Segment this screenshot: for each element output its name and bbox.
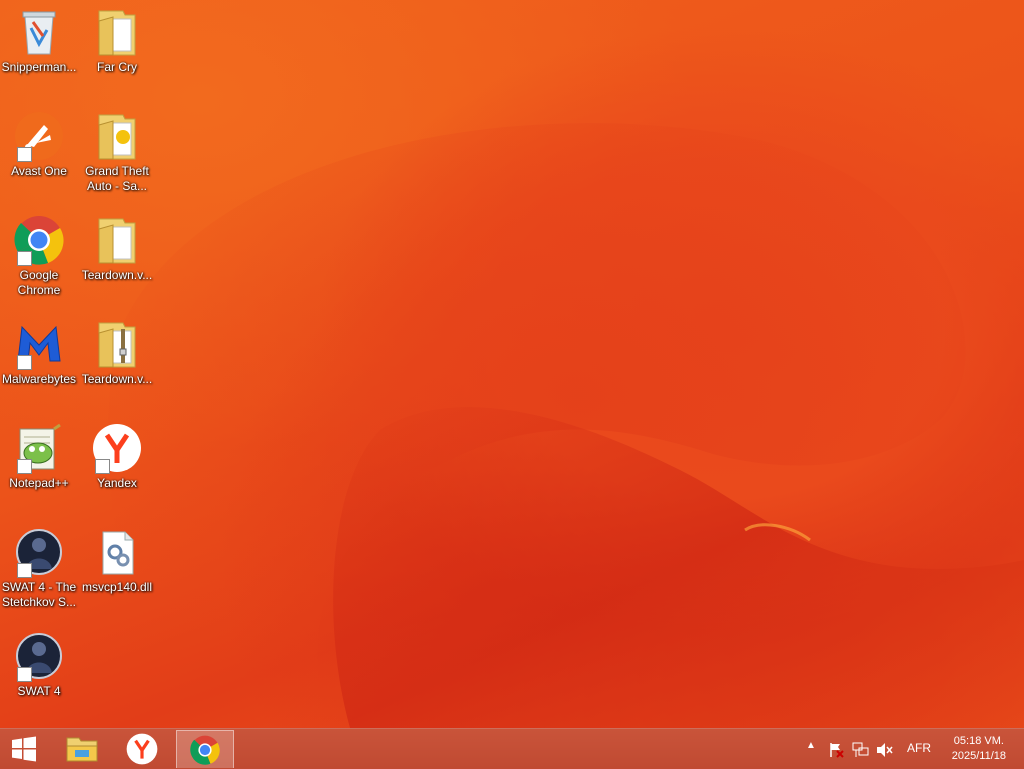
- desktop-icon-label: Avast One: [11, 164, 67, 178]
- folder-icon: [91, 214, 143, 266]
- desktop-icon-teardown-zip[interactable]: Teardown.v...: [78, 314, 156, 387]
- desktop-icon-label: Malwarebytes: [1, 372, 77, 386]
- desktop-icon-label: msvcp140.dll: [81, 580, 153, 594]
- desktop-icon-label: Teardown.v...: [81, 372, 153, 386]
- desktop-icon-label: Yandex: [97, 476, 137, 490]
- file-explorer-icon: [66, 737, 98, 762]
- avast-icon: [13, 110, 65, 162]
- desktop-icon-google-chrome[interactable]: Google Chrome: [0, 210, 78, 298]
- desktop-icon-label: Notepad++: [9, 476, 69, 490]
- desktop-icon-label: SWAT 4: [17, 684, 61, 698]
- dll-file-icon: [91, 526, 143, 578]
- network-icon[interactable]: [852, 742, 870, 758]
- swat-icon: [13, 526, 65, 578]
- show-hidden-icons-chevron-icon[interactable]: ▲: [806, 740, 816, 751]
- shortcut-arrow-icon: [95, 459, 110, 474]
- notepadpp-icon: [13, 422, 65, 474]
- desktop-icon-notepadpp[interactable]: Notepad++: [0, 418, 78, 491]
- windows-logo-icon: [12, 736, 36, 762]
- desktop-icon-swat4-stetchkov[interactable]: SWAT 4 - The Stetchkov S...: [0, 522, 78, 610]
- shortcut-arrow-icon: [17, 355, 32, 370]
- volume-muted-icon[interactable]: [876, 742, 894, 758]
- desktop-icon-label: SWAT 4 - The Stetchkov S...: [1, 580, 77, 609]
- desktop-icon-avast[interactable]: Avast One: [0, 106, 78, 179]
- desktop-icon-label: Teardown.v...: [81, 268, 153, 282]
- taskbar-google-chrome[interactable]: [176, 730, 234, 768]
- desktop-icon-teardown-folder[interactable]: Teardown.v...: [78, 210, 156, 283]
- desktop-icon-label: Google Chrome: [17, 268, 61, 297]
- start-button[interactable]: [0, 730, 48, 768]
- taskbar: ▲ AFR 05:18 VM. 2025/11/18: [0, 728, 1024, 769]
- yandex-icon: [126, 733, 158, 765]
- desktop-icon-gta-sa[interactable]: Grand Theft Auto - Sa...: [78, 106, 156, 194]
- desktop-icon-recycle-bin[interactable]: Snipperman...: [0, 2, 78, 75]
- desktop-icon-label: Snipperman...: [1, 60, 77, 74]
- folder-icon: [91, 110, 143, 162]
- desktop-icon-msvcp140-dll[interactable]: msvcp140.dll: [78, 522, 156, 595]
- desktop-icon-yandex[interactable]: Yandex: [78, 418, 156, 491]
- shortcut-arrow-icon: [17, 459, 32, 474]
- taskbar-yandex[interactable]: [114, 730, 170, 768]
- clock-time: 05:18 VM.: [953, 735, 1004, 747]
- desktop-icon-label: Grand Theft Auto - Sa...: [85, 164, 149, 193]
- recycle-bin-icon: [13, 6, 65, 58]
- malwarebytes-icon: [13, 318, 65, 370]
- desktop-icon-malwarebytes[interactable]: Malwarebytes: [0, 314, 78, 387]
- chrome-icon: [190, 735, 220, 765]
- desktop-icon-far-cry[interactable]: Far Cry: [78, 2, 156, 75]
- language-indicator[interactable]: AFR: [907, 741, 931, 755]
- zip-folder-icon: [91, 318, 143, 370]
- clock[interactable]: 05:18 VM. 2025/11/18: [952, 734, 1006, 764]
- chrome-icon: [13, 214, 65, 266]
- shortcut-arrow-icon: [17, 147, 32, 162]
- desktop-icon-label: Far Cry: [97, 60, 137, 74]
- desktop[interactable]: Snipperman... Avast One Google Chrome Ma…: [0, 0, 1024, 728]
- action-center-flag-icon[interactable]: [828, 742, 844, 758]
- desktop-icon-swat4[interactable]: SWAT 4: [0, 626, 78, 699]
- folder-icon: [91, 6, 143, 58]
- swat-icon: [13, 630, 65, 682]
- clock-date: 2025/11/18: [951, 750, 1006, 762]
- taskbar-file-explorer[interactable]: [54, 730, 110, 768]
- shortcut-arrow-icon: [17, 563, 32, 578]
- yandex-icon: [91, 422, 143, 474]
- shortcut-arrow-icon: [17, 251, 32, 266]
- shortcut-arrow-icon: [17, 667, 32, 682]
